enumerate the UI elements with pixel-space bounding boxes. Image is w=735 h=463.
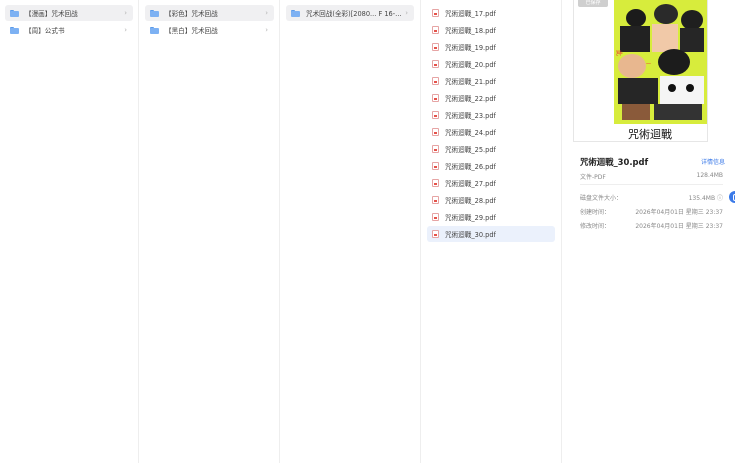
file-row-selected[interactable]: 咒術迴戰_30.pdf xyxy=(427,226,555,242)
folder-label: 【漫画】咒术回战 xyxy=(25,10,78,18)
pdf-file-icon xyxy=(432,43,439,51)
folder-row[interactable]: 【周】公式书 › xyxy=(5,22,133,38)
folder-row[interactable]: 咒术回战(全彩)[2080... F 16-30 › xyxy=(286,5,414,21)
pdf-file-icon xyxy=(432,230,439,238)
meta-row-created: 创建时间： 2026年04月01日 星期三 23:37 xyxy=(580,207,723,216)
meta-value: 2026年04月01日 星期三 23:37 xyxy=(635,209,723,216)
pdf-file-icon xyxy=(432,196,439,204)
file-label: 咒術迴戰_23.pdf xyxy=(445,112,496,120)
cover-tag: 已保存 xyxy=(578,0,608,7)
folder-row[interactable]: 【彩色】咒术回战 › xyxy=(145,5,274,21)
file-label: 咒術迴戰_21.pdf xyxy=(445,78,496,86)
pdf-file-icon xyxy=(432,26,439,34)
file-type-size: 128.4MB xyxy=(696,172,723,179)
file-label: 咒術迴戰_19.pdf xyxy=(445,44,496,52)
pdf-file-icon xyxy=(432,162,439,170)
column-4-files: 咒術迴戰_17.pdf 咒術迴戰_18.pdf 咒術迴戰_19.pdf 咒術迴戰… xyxy=(421,0,562,463)
file-row[interactable]: 咒術迴戰_28.pdf xyxy=(427,192,555,208)
chevron-right-icon: › xyxy=(265,26,268,34)
detail-info-link[interactable]: 详情信息 xyxy=(701,157,725,166)
meta-value: 135.4MB ⓘ xyxy=(688,195,723,202)
cover-title: 咒術迴戰 xyxy=(628,127,672,141)
folder-label: 【黑白】咒术回战 xyxy=(165,27,218,35)
folder-icon xyxy=(10,26,19,34)
file-row[interactable]: 咒術迴戰_22.pdf xyxy=(427,90,555,106)
file-label: 咒術迴戰_29.pdf xyxy=(445,214,496,222)
file-type-row: 文件-PDF 128.4MB xyxy=(580,172,723,181)
chevron-right-icon: › xyxy=(405,9,408,17)
pdf-file-icon xyxy=(432,111,439,119)
column-3: 咒术回战(全彩)[2080... F 16-30 › xyxy=(280,0,421,463)
pdf-file-icon xyxy=(432,77,439,85)
file-label: 咒術迴戰_30.pdf xyxy=(445,231,496,239)
pdf-file-icon xyxy=(432,145,439,153)
folder-icon xyxy=(291,9,300,17)
meta-label: 磁盘文件大小： xyxy=(580,195,623,202)
file-label: 咒術迴戰_28.pdf xyxy=(445,197,496,205)
cover-thumbnail[interactable]: 已保存 此 一 咒術迴戰 xyxy=(573,0,708,142)
folder-label: 【彩色】咒术回战 xyxy=(165,10,218,18)
file-row[interactable]: 咒術迴戰_17.pdf xyxy=(427,5,555,21)
folder-label: 咒术回战(全彩)[2080... F 16-30 xyxy=(306,10,402,18)
file-row[interactable]: 咒術迴戰_20.pdf xyxy=(427,56,555,72)
svg-text:一: 一 xyxy=(646,62,651,68)
meta-label: 创建时间： xyxy=(580,209,611,216)
folder-row[interactable]: 【黑白】咒术回战 › xyxy=(145,22,274,38)
chevron-right-icon: › xyxy=(124,26,127,34)
file-label: 咒術迴戰_22.pdf xyxy=(445,95,496,103)
folder-icon xyxy=(10,9,19,17)
pdf-file-icon xyxy=(432,94,439,102)
file-label: 咒術迴戰_26.pdf xyxy=(445,163,496,171)
file-row[interactable]: 咒術迴戰_24.pdf xyxy=(427,124,555,140)
file-row[interactable]: 咒術迴戰_29.pdf xyxy=(427,209,555,225)
chevron-right-icon: › xyxy=(265,9,268,17)
pdf-file-icon xyxy=(432,60,439,68)
pdf-file-icon xyxy=(432,9,439,17)
file-row[interactable]: 咒術迴戰_27.pdf xyxy=(427,175,555,191)
file-type-label: 文件-PDF xyxy=(580,174,606,181)
divider xyxy=(580,184,723,185)
file-row[interactable]: 咒術迴戰_26.pdf xyxy=(427,158,555,174)
chevron-right-icon: › xyxy=(124,9,127,17)
column-1: 【漫画】咒术回战 › 【周】公式书 › xyxy=(0,0,139,463)
file-row[interactable]: 咒術迴戰_23.pdf xyxy=(427,107,555,123)
pdf-file-icon xyxy=(432,179,439,187)
pdf-file-icon xyxy=(432,213,439,221)
column-2: 【彩色】咒术回战 › 【黑白】咒术回战 › xyxy=(139,0,280,463)
meta-row-modified: 修改时间： 2026年04月01日 星期三 23:37 xyxy=(580,221,723,230)
preview-pane: 已保存 此 一 咒術迴戰 咒術迴戰_30.pdf 详情信息 文件-PDF 128… xyxy=(562,0,735,463)
folder-row[interactable]: 【漫画】咒术回战 › xyxy=(5,5,133,21)
folder-label: 【周】公式书 xyxy=(25,27,65,35)
cover-illustration: 此 一 咒術迴戰 xyxy=(614,0,707,141)
column-browser: 【漫画】咒术回战 › 【周】公式书 › 【彩色】咒术回战 › 【黑白】咒术回战 … xyxy=(0,0,735,463)
file-label: 咒術迴戰_18.pdf xyxy=(445,27,496,35)
file-label: 咒術迴戰_24.pdf xyxy=(445,129,496,137)
file-row[interactable]: 咒術迴戰_18.pdf xyxy=(427,22,555,38)
file-label: 咒術迴戰_25.pdf xyxy=(445,146,496,154)
floating-assistant-button[interactable] xyxy=(729,191,735,203)
cover-image: 此 一 咒術迴戰 xyxy=(614,0,707,141)
file-label: 咒術迴戰_27.pdf xyxy=(445,180,496,188)
preview-file-title: 咒術迴戰_30.pdf xyxy=(580,157,649,167)
folder-icon xyxy=(150,9,159,17)
meta-row-disk-size: 磁盘文件大小： 135.4MB ⓘ xyxy=(580,193,723,202)
pdf-file-icon xyxy=(432,128,439,136)
svg-text:此: 此 xyxy=(615,50,623,56)
file-row[interactable]: 咒術迴戰_19.pdf xyxy=(427,39,555,55)
meta-value: 2026年04月01日 星期三 23:37 xyxy=(635,223,723,230)
folder-icon xyxy=(150,26,159,34)
meta-label: 修改时间： xyxy=(580,223,611,230)
file-row[interactable]: 咒術迴戰_25.pdf xyxy=(427,141,555,157)
file-label: 咒術迴戰_17.pdf xyxy=(445,10,496,18)
file-row[interactable]: 咒術迴戰_21.pdf xyxy=(427,73,555,89)
file-label: 咒術迴戰_20.pdf xyxy=(445,61,496,69)
